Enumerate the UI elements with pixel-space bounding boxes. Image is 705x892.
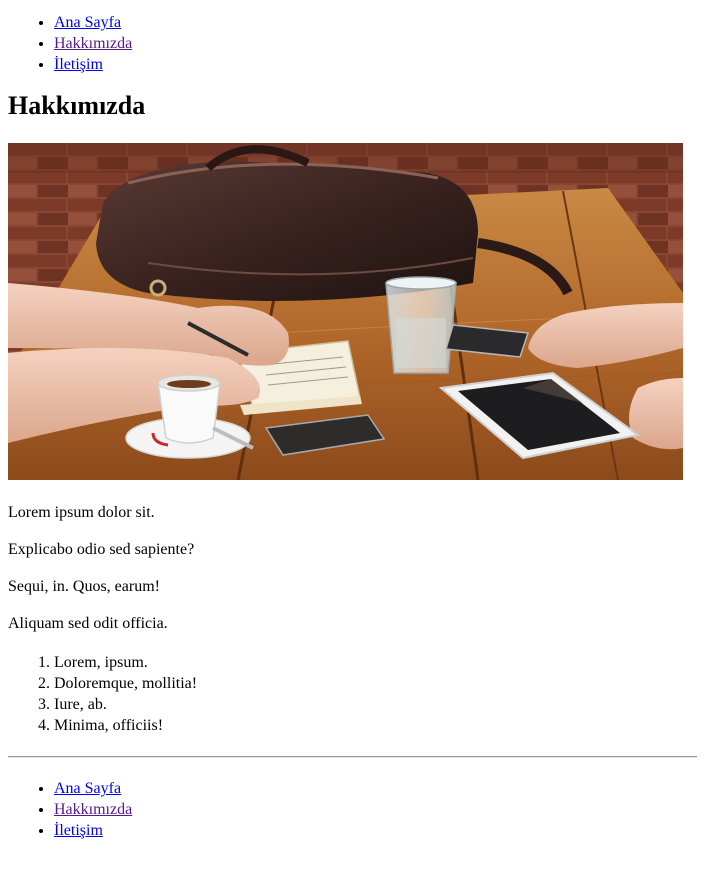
paragraph-3: Sequi, in. Quos, earum! <box>8 578 160 595</box>
nav-link-home[interactable]: Ana Sayfa <box>54 14 121 31</box>
footer-nav-link-about[interactable]: Hakkımızda <box>54 801 132 818</box>
list-item: Doloremque, mollitia! <box>54 673 697 694</box>
nav-link-about[interactable]: Hakkımızda <box>54 35 132 52</box>
paragraph-2: Explicabo odio sed sapiente? <box>8 541 195 558</box>
about-photo <box>8 143 683 480</box>
nav-link-contact[interactable]: İletişim <box>54 56 103 73</box>
list-item: Iure, ab. <box>54 694 697 715</box>
paragraph-4: Aliquam sed odit officia. <box>8 615 168 632</box>
nav-item-home: Ana Sayfa <box>54 12 697 33</box>
footer-nav-link-home[interactable]: Ana Sayfa <box>54 780 121 797</box>
top-nav: Ana Sayfa Hakkımızda İletişim <box>8 12 697 75</box>
list-item: Lorem, ipsum. <box>54 652 697 673</box>
footer-nav-item-about: Hakkımızda <box>54 799 697 820</box>
paragraph-1: Lorem ipsum dolor sit. <box>8 504 155 521</box>
footer-nav-item-contact: İletişim <box>54 820 697 841</box>
nav-item-contact: İletişim <box>54 54 697 75</box>
nav-item-about: Hakkımızda <box>54 33 697 54</box>
bottom-nav: Ana Sayfa Hakkımızda İletişim <box>8 778 697 841</box>
page: Ana Sayfa Hakkımızda İletişim Hakkımızda <box>0 12 705 841</box>
list-item: Minima, officiis! <box>54 715 697 736</box>
footer-nav-item-home: Ana Sayfa <box>54 778 697 799</box>
footer-nav-link-contact[interactable]: İletişim <box>54 822 103 839</box>
ordered-list: Lorem, ipsum. Doloremque, mollitia! Iure… <box>8 652 697 736</box>
page-title: Hakkımızda <box>8 91 146 120</box>
divider <box>8 756 697 758</box>
